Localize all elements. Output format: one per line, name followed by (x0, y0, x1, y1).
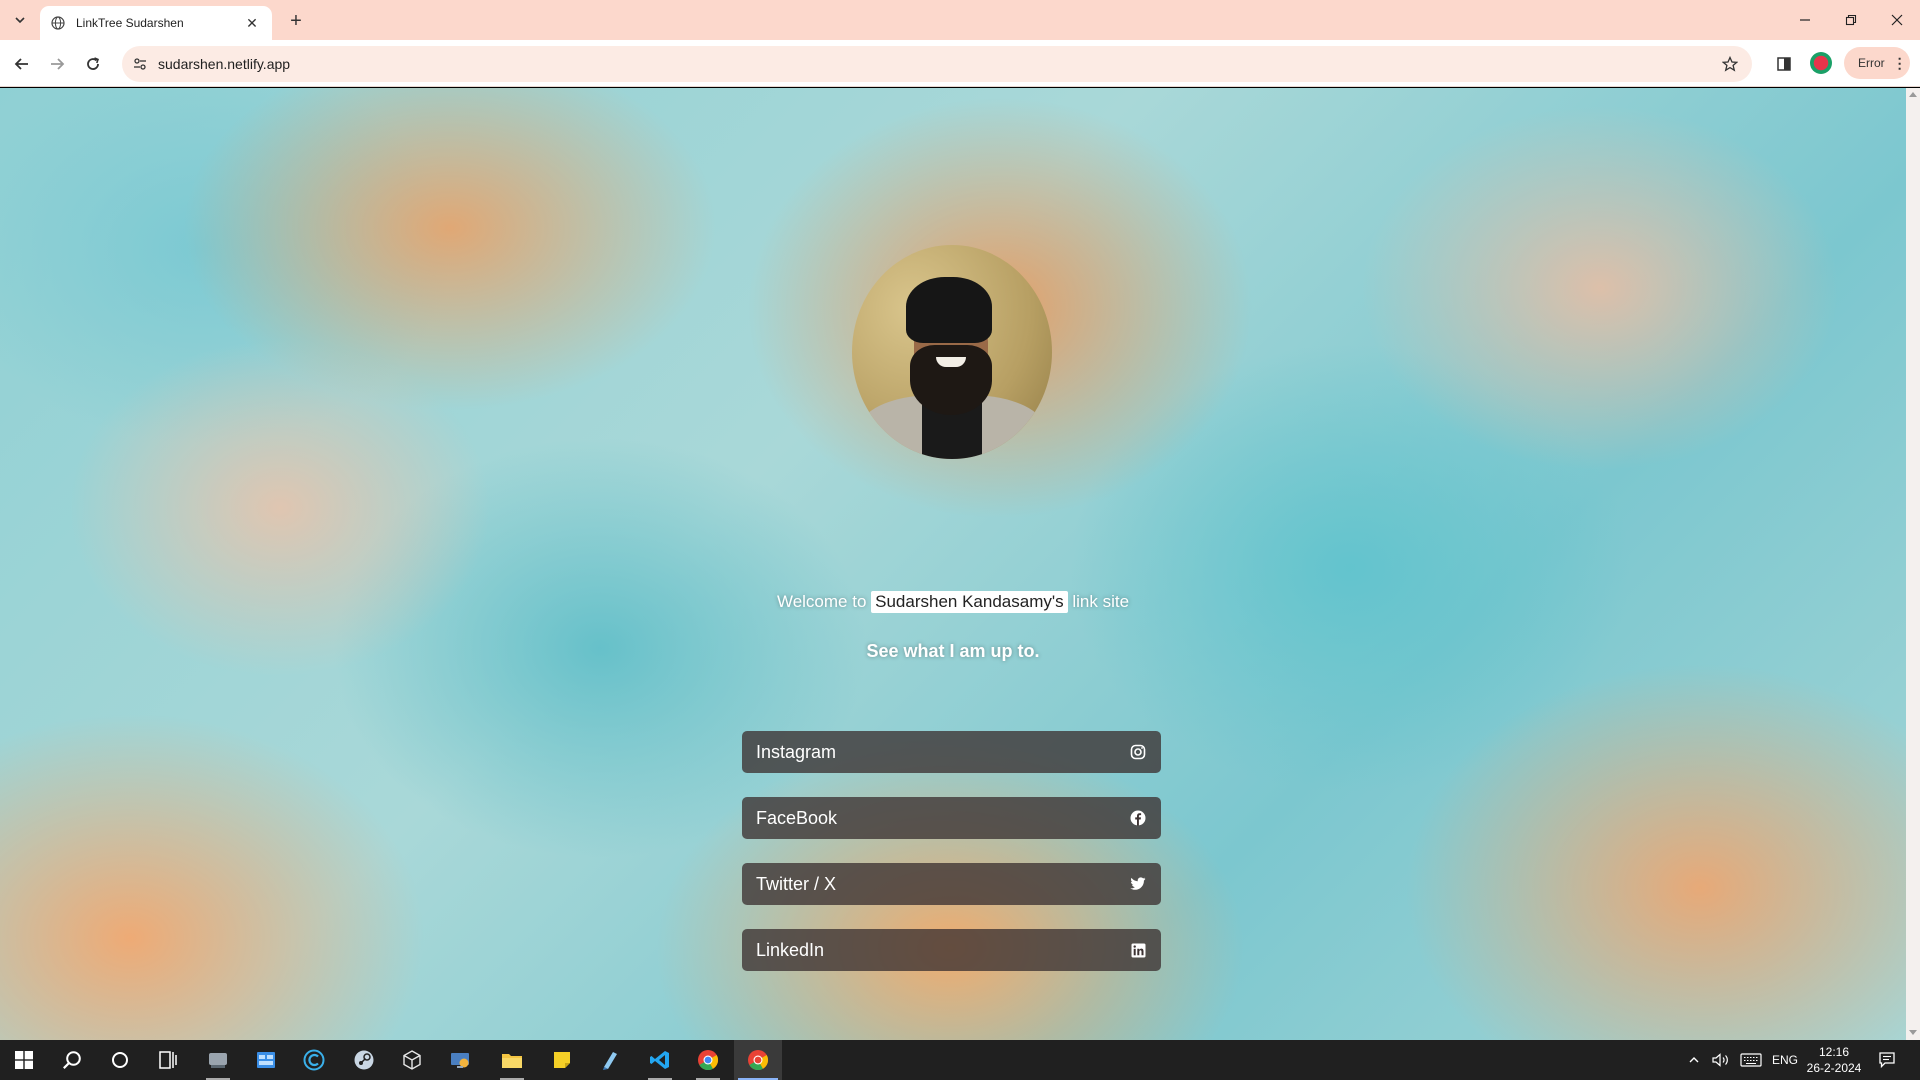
cortana-icon[interactable] (96, 1040, 144, 1080)
link-label: LinkedIn (756, 939, 825, 960)
language-indicator[interactable]: ENG (1772, 1040, 1798, 1080)
close-tab-icon[interactable]: ✕ (242, 13, 262, 33)
disk-utility-icon[interactable] (194, 1040, 242, 1080)
sticky-notes-icon[interactable] (538, 1040, 586, 1080)
clock-date: 26-2-2024 (1806, 1061, 1862, 1075)
restore-icon[interactable] (1828, 0, 1874, 40)
chrome-active-window-icon[interactable] (734, 1040, 782, 1080)
address-bar[interactable]: sudarshen.netlify.app (122, 46, 1752, 82)
clock-time: 12:16 (1818, 1045, 1850, 1059)
welcome-suffix: link site (1072, 592, 1130, 611)
volume-icon[interactable] (1712, 1040, 1730, 1080)
browser-toolbar: sudarshen.netlify.app Error ⋮ (0, 40, 1920, 87)
reload-icon[interactable] (79, 50, 107, 78)
control-panel-icon[interactable] (242, 1040, 290, 1080)
chevron-up-icon[interactable] (1688, 1040, 1700, 1080)
linkedin-icon (1129, 941, 1147, 959)
windows-taskbar: ENG 12:16 26-2-2024 (0, 1040, 1920, 1080)
notifications-icon[interactable] (1878, 1040, 1896, 1080)
profile-avatar[interactable] (1810, 52, 1832, 74)
back-arrow-icon[interactable] (8, 50, 36, 78)
taskbar-clock[interactable]: 12:16 26-2-2024 (1804, 1044, 1864, 1076)
facebook-icon (1129, 809, 1147, 827)
link-label: Twitter / X (756, 873, 837, 894)
tab-title: LinkTree Sudarshen (76, 16, 184, 30)
globe-icon (50, 15, 66, 31)
linkedin-link-button[interactable]: LinkedIn (742, 929, 1161, 971)
ccleaner-icon[interactable] (290, 1040, 338, 1080)
link-label: Instagram (756, 741, 837, 762)
owner-name: Sudarshen Kandasamy's (871, 591, 1068, 613)
twitter-icon (1129, 875, 1147, 893)
forward-arrow-icon[interactable] (43, 50, 71, 78)
profile-photo (852, 245, 1052, 459)
site-settings-icon[interactable] (122, 46, 158, 82)
keyboard-icon[interactable] (1740, 1040, 1762, 1080)
close-window-icon[interactable] (1874, 0, 1920, 40)
more-vert-icon: ⋮ (1892, 54, 1907, 71)
instagram-icon (1129, 743, 1147, 761)
welcome-prefix: Welcome to (776, 592, 867, 611)
search-icon[interactable] (48, 1040, 96, 1080)
welcome-text: Welcome to Sudarshen Kandasamy's link si… (0, 591, 1906, 613)
page-background: Welcome to Sudarshen Kandasamy's link si… (0, 88, 1906, 1040)
chevron-down-icon (15, 17, 25, 24)
scroll-down-arrow-icon[interactable] (1909, 1030, 1917, 1035)
url-text[interactable]: sudarshen.netlify.app (158, 56, 290, 72)
vertical-scrollbar[interactable] (1906, 88, 1920, 1040)
bookmark-star-icon[interactable] (1718, 52, 1742, 76)
facebook-link-button[interactable]: FaceBook (742, 797, 1161, 839)
pc-manager-icon[interactable] (436, 1040, 484, 1080)
start-windows-icon[interactable] (0, 1040, 48, 1080)
link-label: FaceBook (756, 807, 838, 828)
side-panel-icon[interactable] (1772, 52, 1796, 76)
error-label: Error (1858, 56, 1885, 70)
task-view-icon[interactable] (144, 1040, 192, 1080)
link-list: Instagram FaceBook Twitter / X LinkedIn (742, 731, 1161, 995)
minimize-icon[interactable] (1782, 0, 1828, 40)
tagline: See what I am up to. (866, 641, 1040, 661)
chrome-icon[interactable] (684, 1040, 732, 1080)
steam-icon[interactable] (340, 1040, 388, 1080)
notepad-icon[interactable] (586, 1040, 634, 1080)
twitter-link-button[interactable]: Twitter / X (742, 863, 1161, 905)
scroll-up-arrow-icon[interactable] (1909, 92, 1917, 97)
active-tab[interactable]: LinkTree Sudarshen ✕ (40, 6, 272, 40)
vscode-icon[interactable] (636, 1040, 684, 1080)
error-menu-button[interactable]: Error ⋮ (1844, 47, 1910, 79)
new-tab-button[interactable]: + (283, 8, 309, 34)
file-explorer-icon[interactable] (488, 1040, 536, 1080)
instagram-link-button[interactable]: Instagram (742, 731, 1161, 773)
3d-viewer-icon[interactable] (388, 1040, 436, 1080)
browser-tab-strip: LinkTree Sudarshen ✕ + (0, 0, 1920, 40)
tab-search-button[interactable] (8, 8, 32, 32)
